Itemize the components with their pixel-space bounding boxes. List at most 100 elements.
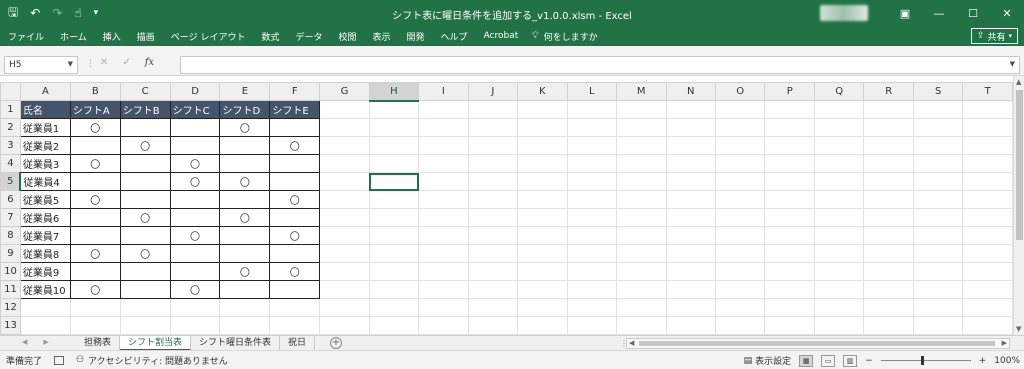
scroll-up-icon[interactable]: ▲ bbox=[1016, 78, 1021, 86]
cell[interactable] bbox=[517, 298, 568, 317]
cell[interactable] bbox=[863, 118, 914, 137]
table-header-cell[interactable]: シフトB bbox=[119, 100, 171, 119]
add-sheet-icon[interactable]: + bbox=[330, 337, 342, 349]
cell[interactable] bbox=[665, 118, 716, 137]
row-header[interactable]: 9 bbox=[0, 244, 21, 263]
cell[interactable] bbox=[418, 154, 469, 173]
shift-mark-cell[interactable] bbox=[119, 118, 171, 137]
cell[interactable] bbox=[517, 190, 568, 209]
accessibility-status[interactable]: ⚇ アクセシビリティ: 問題ありません bbox=[76, 354, 228, 367]
cell[interactable] bbox=[517, 208, 568, 227]
sheet-tab[interactable]: 祝日 bbox=[280, 336, 316, 351]
ribbon-tab[interactable]: 描画 bbox=[129, 30, 163, 43]
cell[interactable] bbox=[764, 280, 815, 299]
shift-mark-cell[interactable] bbox=[169, 262, 221, 281]
cell[interactable] bbox=[665, 136, 716, 155]
cell[interactable] bbox=[418, 280, 469, 299]
shift-mark-cell[interactable] bbox=[219, 154, 271, 173]
shift-mark-cell[interactable] bbox=[119, 172, 171, 191]
row-header[interactable]: 12 bbox=[0, 298, 21, 317]
shift-mark-cell[interactable]: 〇 bbox=[119, 136, 171, 155]
row-header[interactable]: 2 bbox=[0, 118, 21, 137]
cell[interactable] bbox=[714, 100, 766, 119]
cell[interactable] bbox=[368, 100, 420, 119]
cell[interactable] bbox=[714, 190, 766, 209]
cell[interactable] bbox=[517, 262, 568, 281]
shift-mark-cell[interactable] bbox=[119, 154, 171, 173]
row-header[interactable]: 6 bbox=[0, 190, 21, 209]
cell[interactable] bbox=[69, 298, 121, 317]
employee-name-cell[interactable]: 従業員2 bbox=[19, 136, 71, 155]
cell[interactable] bbox=[962, 190, 1013, 209]
cell[interactable] bbox=[714, 154, 766, 173]
sheet-tab[interactable]: 担務表 bbox=[76, 336, 121, 351]
cell[interactable] bbox=[764, 154, 815, 173]
shift-mark-cell[interactable]: 〇 bbox=[219, 262, 271, 281]
shift-mark-cell[interactable] bbox=[219, 244, 271, 263]
row-header[interactable]: 11 bbox=[0, 280, 21, 299]
cell[interactable] bbox=[863, 244, 914, 263]
cell[interactable] bbox=[566, 154, 618, 173]
cell[interactable] bbox=[764, 190, 815, 209]
zoom-out-icon[interactable]: − bbox=[865, 356, 873, 366]
cell[interactable] bbox=[467, 262, 519, 281]
cell[interactable] bbox=[813, 172, 865, 191]
cell[interactable] bbox=[912, 298, 964, 317]
cell[interactable] bbox=[863, 136, 914, 155]
column-header[interactable]: L bbox=[566, 82, 618, 101]
cell[interactable] bbox=[616, 154, 667, 173]
cell[interactable] bbox=[319, 136, 370, 155]
shift-mark-cell[interactable]: 〇 bbox=[269, 136, 321, 155]
active-cell[interactable] bbox=[368, 172, 420, 191]
horizontal-scrollbar[interactable]: ◀ ▶ bbox=[626, 338, 1010, 349]
cell[interactable] bbox=[863, 154, 914, 173]
cell[interactable] bbox=[319, 316, 370, 335]
cell[interactable] bbox=[319, 280, 370, 299]
share-button[interactable]: ⇪ 共有 ▾ bbox=[970, 28, 1018, 44]
employee-name-cell[interactable]: 従業員4 bbox=[19, 172, 71, 191]
zoom-in-icon[interactable]: + bbox=[979, 356, 987, 366]
cell[interactable] bbox=[418, 118, 469, 137]
formula-bar-grip-icon[interactable]: ⋮ bbox=[86, 59, 95, 69]
page-layout-view-icon[interactable]: ▭ bbox=[821, 354, 836, 367]
cell[interactable] bbox=[319, 118, 370, 137]
sheet-tab[interactable]: シフト曜日条件表 bbox=[191, 336, 281, 351]
chevron-down-icon[interactable]: ▼ bbox=[68, 60, 73, 68]
column-header[interactable]: S bbox=[912, 82, 964, 101]
cell[interactable] bbox=[962, 280, 1013, 299]
cell[interactable] bbox=[813, 280, 865, 299]
cell[interactable] bbox=[616, 316, 667, 335]
column-header[interactable]: N bbox=[665, 82, 716, 101]
cell[interactable] bbox=[616, 190, 667, 209]
shift-mark-cell[interactable] bbox=[269, 118, 321, 137]
shift-mark-cell[interactable]: 〇 bbox=[169, 280, 221, 299]
column-header[interactable]: E bbox=[219, 82, 271, 101]
enter-icon[interactable]: ✓ bbox=[122, 57, 130, 68]
cell[interactable] bbox=[813, 262, 865, 281]
zoom-level[interactable]: 100% bbox=[994, 356, 1020, 366]
cell[interactable] bbox=[566, 298, 618, 317]
cell[interactable] bbox=[368, 244, 420, 263]
column-header[interactable]: D bbox=[169, 82, 221, 101]
table-header-cell[interactable]: シフトC bbox=[169, 100, 221, 119]
employee-name-cell[interactable]: 従業員8 bbox=[19, 244, 71, 263]
previous-sheet-icon[interactable]: ◀ bbox=[22, 338, 27, 346]
cell[interactable] bbox=[962, 316, 1013, 335]
cell[interactable] bbox=[616, 244, 667, 263]
cell[interactable] bbox=[319, 172, 370, 191]
cell[interactable] bbox=[517, 244, 568, 263]
column-header[interactable]: O bbox=[714, 82, 766, 101]
employee-name-cell[interactable]: 従業員9 bbox=[19, 262, 71, 281]
shift-mark-cell[interactable]: 〇 bbox=[69, 244, 121, 263]
cell[interactable] bbox=[319, 100, 370, 119]
cell[interactable] bbox=[962, 208, 1013, 227]
cell[interactable] bbox=[467, 100, 519, 119]
ribbon-tab[interactable]: ホーム bbox=[52, 30, 95, 43]
cell[interactable] bbox=[368, 262, 420, 281]
shift-mark-cell[interactable] bbox=[269, 280, 321, 299]
cell[interactable] bbox=[665, 280, 716, 299]
cell[interactable] bbox=[616, 172, 667, 191]
cell[interactable] bbox=[517, 154, 568, 173]
cell[interactable] bbox=[368, 190, 420, 209]
cell[interactable] bbox=[169, 298, 221, 317]
